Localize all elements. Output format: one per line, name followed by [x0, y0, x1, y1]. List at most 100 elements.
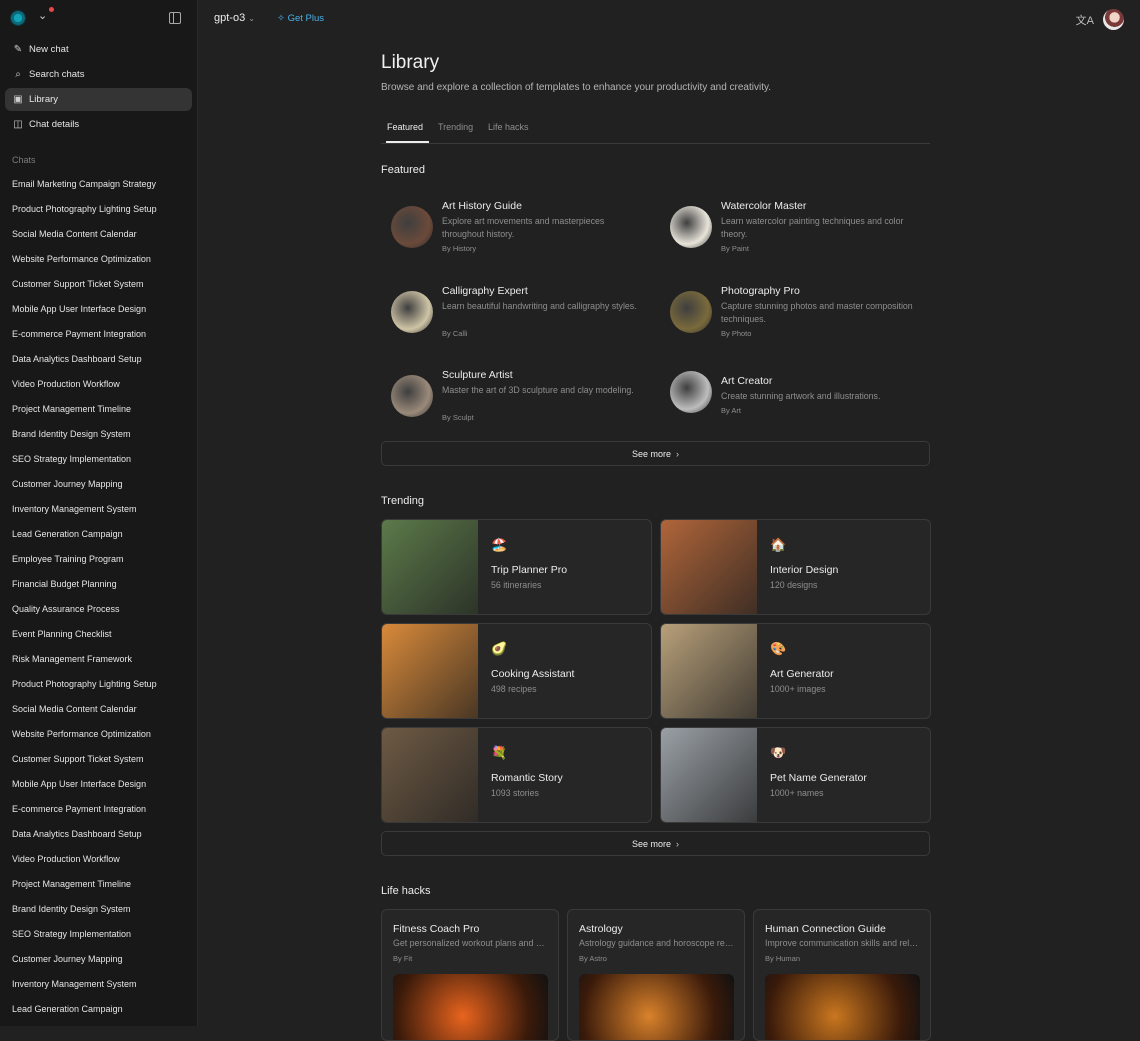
- search-chats-button[interactable]: ⌕ Search chats: [5, 63, 192, 86]
- chat-details-icon: ◫: [13, 119, 23, 130]
- chat-list-item[interactable]: Email Marketing Campaign Strategy: [0, 171, 197, 196]
- chat-list-item[interactable]: Project Management Timeline: [0, 396, 197, 421]
- app-logo-icon[interactable]: [10, 10, 26, 26]
- trending-card-image: [661, 520, 757, 614]
- life-hack-card-image: [393, 974, 548, 1040]
- featured-thumbnail: [391, 375, 433, 417]
- featured-item-title: Sculpture Artist: [442, 369, 513, 381]
- chat-list-item[interactable]: E-commerce Payment Integration: [0, 321, 197, 346]
- chat-list-item[interactable]: Customer Support Ticket System: [0, 746, 197, 771]
- chat-details-button[interactable]: ◫ Chat details: [5, 113, 192, 136]
- featured-item-author: By Photo: [721, 329, 752, 338]
- trending-see-more-button[interactable]: See more ›: [381, 831, 930, 856]
- chat-list-item[interactable]: Mobile App User Interface Design: [0, 296, 197, 321]
- life-hack-card-title: Fitness Coach Pro: [393, 923, 480, 935]
- new-chat-label: New chat: [29, 44, 69, 55]
- translate-icon[interactable]: 文A: [1076, 12, 1094, 28]
- new-chat-button[interactable]: ✎ New chat: [5, 38, 192, 61]
- avatar[interactable]: [1103, 9, 1124, 30]
- featured-thumbnail: [391, 291, 433, 333]
- chat-list-item[interactable]: Customer Journey Mapping: [0, 471, 197, 496]
- chat-list-item[interactable]: Project Management Timeline: [0, 871, 197, 896]
- trending-card-image: [661, 728, 757, 822]
- trending-card[interactable]: 🎨 Art Generator 1000+ images: [660, 623, 931, 719]
- chat-list-item[interactable]: Inventory Management System: [0, 971, 197, 996]
- trending-card-emoji: 🎨: [770, 641, 787, 656]
- active-tab-indicator: [386, 141, 429, 143]
- chat-list-item[interactable]: E-commerce Payment Integration: [0, 796, 197, 821]
- trending-card[interactable]: 🏖️ Trip Planner Pro 56 itineraries: [381, 519, 652, 615]
- featured-see-more-button[interactable]: See more ›: [381, 441, 930, 466]
- see-more-label: See more: [631, 838, 672, 849]
- chat-list-item[interactable]: Financial Budget Planning: [0, 571, 197, 596]
- chevron-down-icon: ⌄: [248, 14, 255, 23]
- chat-list-item[interactable]: Customer Journey Mapping: [0, 946, 197, 971]
- life-hack-card[interactable]: Astrology Astrology guidance and horoscop…: [567, 909, 745, 1041]
- featured-item-author: By Paint: [721, 244, 749, 253]
- chat-list-item[interactable]: Lead Generation Campaign: [0, 996, 197, 1021]
- featured-item-title: Calligraphy Expert: [442, 285, 528, 297]
- featured-item[interactable]: Calligraphy Expert Learn beautiful handwr…: [381, 282, 641, 342]
- chat-list-item[interactable]: Product Photography Lighting Setup: [0, 671, 197, 696]
- chat-list-item[interactable]: Quality Assurance Process: [0, 596, 197, 621]
- featured-item[interactable]: Photography Pro Capture stunning photos a…: [660, 282, 920, 342]
- trending-card[interactable]: 💐 Romantic Story 1093 stories: [381, 727, 652, 823]
- chat-list-item[interactable]: Social Media Content Calendar: [0, 696, 197, 721]
- chevron-down-icon[interactable]: ⌄: [38, 9, 47, 22]
- chat-list-item[interactable]: Brand Identity Design System: [0, 421, 197, 446]
- get-plus-button[interactable]: ✧ Get Plus: [277, 13, 324, 24]
- search-icon: ⌕: [15, 69, 21, 80]
- library-button[interactable]: ▣ Library: [5, 88, 192, 111]
- trending-card-emoji: 🐶: [770, 745, 787, 760]
- chat-list-item[interactable]: Video Production Workflow: [0, 371, 197, 396]
- life-hack-card[interactable]: Human Connection Guide Improve communicat…: [753, 909, 931, 1041]
- featured-item-description: Capture stunning photos and master compo…: [721, 301, 913, 324]
- tab-life-hacks[interactable]: Life hacks: [488, 122, 529, 132]
- chat-list-item[interactable]: Product Photography Lighting Setup: [0, 196, 197, 221]
- page-title: Library: [381, 52, 440, 73]
- featured-item[interactable]: Art History Guide Explore art movements a…: [381, 197, 641, 257]
- trending-card-title: Cooking Assistant: [491, 668, 575, 680]
- featured-item[interactable]: Sculpture Artist Master the art of 3D scu…: [381, 366, 641, 426]
- sidebar-nav: ✎ New chat ⌕ Search chats ▣ Library ◫ Ch…: [0, 38, 197, 136]
- life-hack-card-image: [765, 974, 920, 1040]
- trending-card[interactable]: 🐶 Pet Name Generator 1000+ names: [660, 727, 931, 823]
- trending-card[interactable]: 🏠 Interior Design 120 designs: [660, 519, 931, 615]
- chat-list-item[interactable]: Risk Management Framework: [0, 646, 197, 671]
- chat-list-item[interactable]: Inventory Management System: [0, 496, 197, 521]
- sidebar-header: ⌄: [0, 0, 197, 36]
- tab-featured[interactable]: Featured: [387, 122, 423, 132]
- life-hacks-section-title: Life hacks: [381, 885, 431, 897]
- chat-list-item[interactable]: SEO Strategy Implementation: [0, 921, 197, 946]
- chat-list-item[interactable]: SEO Strategy Implementation: [0, 446, 197, 471]
- chat-list-item[interactable]: Data Analytics Dashboard Setup: [0, 821, 197, 846]
- chat-list-item[interactable]: Social Media Content Calendar: [0, 221, 197, 246]
- chat-list-item[interactable]: Website Performance Optimization: [0, 721, 197, 746]
- trending-card-count: 1093 stories: [491, 788, 539, 798]
- trending-card-title: Interior Design: [770, 564, 839, 576]
- top-bar: gpt-o3 ⌄ ✧ Get Plus 文A: [198, 0, 1140, 36]
- chat-list-item[interactable]: Employee Training Program: [0, 546, 197, 571]
- model-selector[interactable]: gpt-o3 ⌄: [214, 12, 255, 24]
- chat-list-item[interactable]: Video Production Workflow: [0, 846, 197, 871]
- chat-list-item[interactable]: Website Performance Optimization: [0, 246, 197, 271]
- sparkle-icon: ✧: [277, 13, 285, 24]
- chat-list-item[interactable]: Data Analytics Dashboard Setup: [0, 346, 197, 371]
- chat-list-item[interactable]: Customer Support Ticket System: [0, 271, 197, 296]
- page-subtitle: Browse and explore a collection of templ…: [381, 82, 772, 93]
- sidebar-toggle-icon[interactable]: [169, 12, 181, 24]
- tab-trending[interactable]: Trending: [438, 122, 473, 132]
- life-hack-card-title: Human Connection Guide: [765, 923, 886, 935]
- trending-card-count: 1000+ images: [770, 684, 826, 694]
- chat-list-item[interactable]: Lead Generation Campaign: [0, 521, 197, 546]
- life-hack-card-author: By Human: [765, 954, 801, 963]
- featured-item[interactable]: Art Creator Create stunning artwork and i…: [660, 366, 920, 426]
- chat-list-item[interactable]: Brand Identity Design System: [0, 896, 197, 921]
- featured-thumbnail: [670, 206, 712, 248]
- chat-list-item[interactable]: Mobile App User Interface Design: [0, 771, 197, 796]
- featured-item[interactable]: Watercolor Master Learn watercolor painti…: [660, 197, 920, 257]
- life-hack-card[interactable]: Fitness Coach Pro Get personalized workou…: [381, 909, 559, 1041]
- chat-list-item[interactable]: Event Planning Checklist: [0, 621, 197, 646]
- trending-card[interactable]: 🥑 Cooking Assistant 498 recipes: [381, 623, 652, 719]
- trending-card-title: Romantic Story: [491, 772, 563, 784]
